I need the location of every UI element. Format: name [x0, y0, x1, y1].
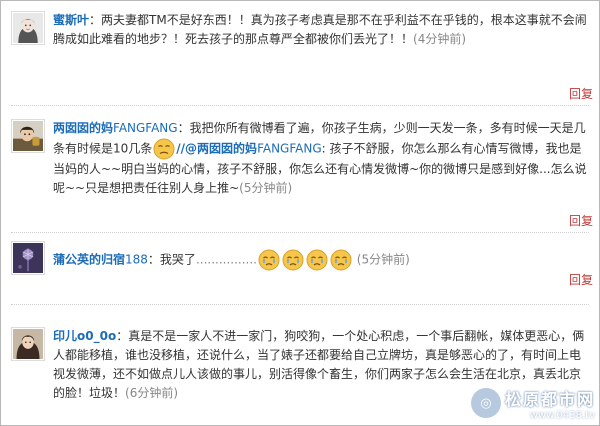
comment-text: 蜜斯叶：两夫妻都TM不是好东西！！真为孩子考虑真是那不在乎利益不在乎钱的，根本这… — [53, 11, 589, 49]
mention-main: 两囡囡的妈 — [197, 141, 258, 156]
username-main: 两囡囡的妈 — [53, 121, 114, 135]
crying-face-emoji — [282, 249, 304, 271]
watermark-url: www.0438.tv — [529, 409, 595, 421]
comment-item: 两囡囡的妈FANGFANG：我把你所有微博看了遍，你孩子生病，少则一天发一条，多… — [11, 119, 589, 198]
divider — [11, 304, 589, 305]
avatar[interactable] — [11, 241, 45, 275]
mention-prefix: //@ — [176, 141, 198, 156]
avatar-icon — [13, 121, 43, 151]
username-main: 蒲公英的归宿 — [53, 252, 126, 267]
watermark-logo-icon: ◎ — [470, 388, 501, 418]
avatar[interactable] — [11, 11, 45, 45]
comment-item: 蜜斯叶：两夫妻都TM不是好东西！！真为孩子考虑真是那不在乎利益不在乎钱的，根本这… — [11, 11, 589, 49]
site-watermark: ◎ 松原都市网 www.0438.tv — [445, 383, 595, 423]
divider — [11, 232, 589, 233]
username-link[interactable]: 两囡囡的妈FANGFANG — [53, 121, 178, 135]
mention-link[interactable]: //@两囡囡的妈FANGFANG — [176, 142, 321, 156]
comment-item: 蒲公英的归宿188：我哭了................ (5分钟前) — [11, 241, 589, 275]
username-link[interactable]: 印儿o0_0o — [53, 329, 116, 343]
comment-time: (5分钟前) — [356, 252, 410, 267]
avatar[interactable] — [11, 327, 45, 361]
crying-face-emoji — [330, 249, 352, 271]
sad-face-emoji — [153, 138, 175, 160]
reply-button[interactable]: 回复 — [569, 85, 593, 102]
divider — [11, 105, 589, 106]
crying-face-emoji — [306, 249, 328, 271]
avatar-icon — [13, 243, 43, 273]
reply-button[interactable]: 回复 — [569, 212, 593, 229]
comment-text: 两囡囡的妈FANGFANG：我把你所有微博看了遍，你孩子生病，少则一天发一条，多… — [53, 119, 589, 198]
comment-panel: 蜜斯叶：两夫妻都TM不是好东西！！真为孩子考虑真是那不在乎利益不在乎钱的，根本这… — [0, 0, 600, 426]
comment-body: ：我哭了 — [147, 252, 196, 267]
avatar[interactable] — [11, 119, 45, 153]
avatar-icon — [13, 329, 43, 359]
avatar-icon — [13, 13, 43, 43]
comment-body: ：两夫妻都TM不是好东西！！真为孩子考虑真是那不在乎利益不在乎钱的，根本这事就不… — [53, 13, 587, 46]
comment-time: (5分钟前) — [239, 181, 293, 195]
username-suffix: 188 — [125, 252, 148, 267]
watermark-name: 松原都市网 — [504, 389, 595, 409]
username-link[interactable]: 蜜斯叶 — [53, 13, 89, 27]
username-link[interactable]: 蒲公英的归宿188 — [53, 253, 148, 267]
crying-face-emoji — [258, 249, 280, 271]
comment-dots: ................ — [195, 252, 257, 267]
comment-text: 蒲公英的归宿188：我哭了................ (5分钟前) — [53, 241, 589, 271]
comment-time: (6分钟前) — [125, 386, 179, 400]
username-suffix: FANGFANG — [113, 121, 178, 135]
reply-button[interactable]: 回复 — [569, 271, 593, 288]
mention-suffix: FANGFANG — [257, 141, 322, 156]
comment-time: (4分钟前) — [413, 32, 467, 46]
emoji-group — [257, 249, 353, 271]
